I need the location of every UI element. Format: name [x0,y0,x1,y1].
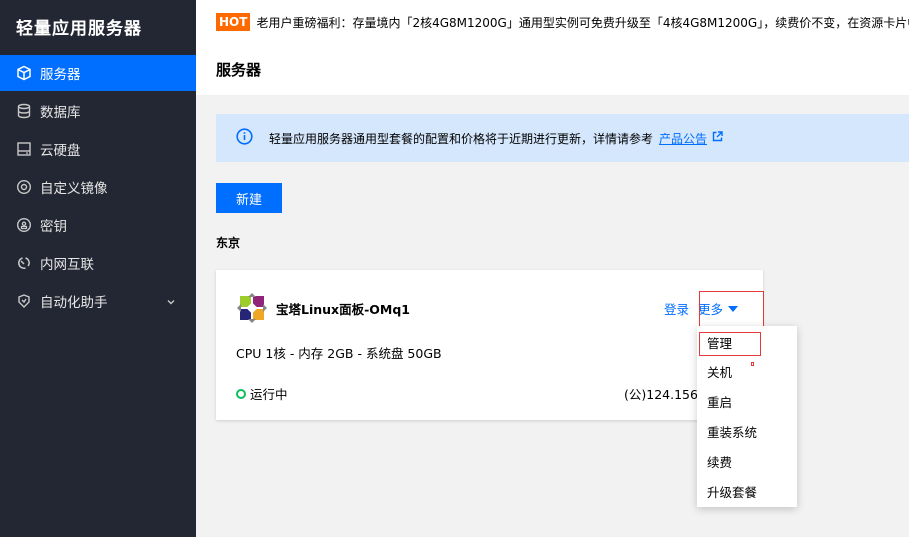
new-button[interactable]: 新建 [216,183,282,213]
sidebar-item-label: 内网互联 [40,257,94,273]
sidebar-item-intranet[interactable]: 内网互联 [0,245,196,281]
promo-banner: HOT 老用户重磅福利：存量境内「2核4G8M1200G」通用型实例可免费升级至… [196,0,909,44]
login-button[interactable]: 登录 [664,299,689,318]
centos-logo-icon [236,292,268,324]
external-link-icon[interactable] [707,131,723,145]
alert-text: 轻量应用服务器通用型套餐的配置和价格将于近期进行更新，详情请参考 [269,131,654,146]
sidebar-item-label: 数据库 [40,105,81,121]
running-status-icon [236,388,246,399]
app-root: 轻量应用服务器 服务器 数据库 云硬盘 自定义镜像 密钥 内网互联 自动化助手 … [0,0,909,537]
sidebar-item-label: 服务器 [40,67,81,83]
info-alert: 轻量应用服务器通用型套餐的配置和价格将于近期进行更新，详情请参考 产品公告 [216,114,909,162]
sidebar-item-label: 自动化助手 [40,295,108,311]
sidebar-item-keys[interactable]: 密钥 [0,207,196,243]
instance-name[interactable]: 宝塔Linux面板-OMq1 [276,299,410,318]
sidebar-item-database[interactable]: 数据库 [0,93,196,129]
sidebar-item-label: 自定义镜像 [40,181,108,197]
menu-item-renew[interactable]: 续费 [697,446,797,476]
instance-spec: CPU 1核 - 内存 2GB - 系统盘 50GB [236,346,442,361]
banner-text: 老用户重磅福利：存量境内「2核4G8M1200G」通用型实例可免费升级至「4核4… [256,15,909,30]
page-title: 服务器 [216,61,262,79]
sidebar-item-automation[interactable]: 自动化助手 [0,283,196,319]
sidebar-item-servers[interactable]: 服务器 [0,55,196,91]
sidebar: 轻量应用服务器 服务器 数据库 云硬盘 自定义镜像 密钥 内网互联 自动化助手 [0,0,196,537]
more-highlight-box [699,291,764,331]
manage-highlight-box [699,332,761,356]
image-icon [16,179,32,195]
page-header: 服务器 [196,44,909,95]
automation-icon [16,293,32,309]
info-icon [236,128,269,148]
link-icon [16,255,32,271]
menu-item-restart[interactable]: 重启 [697,386,797,416]
sidebar-item-label: 密钥 [40,219,67,235]
hot-badge: HOT [216,13,251,31]
annotation-mark [751,362,754,366]
cube-icon [16,65,32,81]
database-icon [16,103,32,119]
key-icon [16,217,32,233]
sidebar-item-cloud-disk[interactable]: 云硬盘 [0,131,196,167]
disk-icon [16,141,32,157]
status-text: 运行中 [250,387,288,402]
sidebar-item-label: 云硬盘 [40,143,81,159]
menu-item-shutdown[interactable]: 关机 [697,356,797,386]
menu-item-upgrade[interactable]: 升级套餐 [697,476,797,506]
menu-item-reinstall[interactable]: 重装系统 [697,416,797,446]
region-label: 东京 [216,236,241,250]
sidebar-item-custom-image[interactable]: 自定义镜像 [0,169,196,205]
sidebar-title: 轻量应用服务器 [16,19,142,39]
product-announcement-link[interactable]: 产品公告 [659,130,707,147]
status-indicator: 运行中 [236,384,288,403]
instance-card[interactable]: 宝塔Linux面板-OMq1 登录 更多 CPU 1核 - 内存 2GB - 系… [216,270,763,420]
chevron-down-icon [166,295,176,305]
